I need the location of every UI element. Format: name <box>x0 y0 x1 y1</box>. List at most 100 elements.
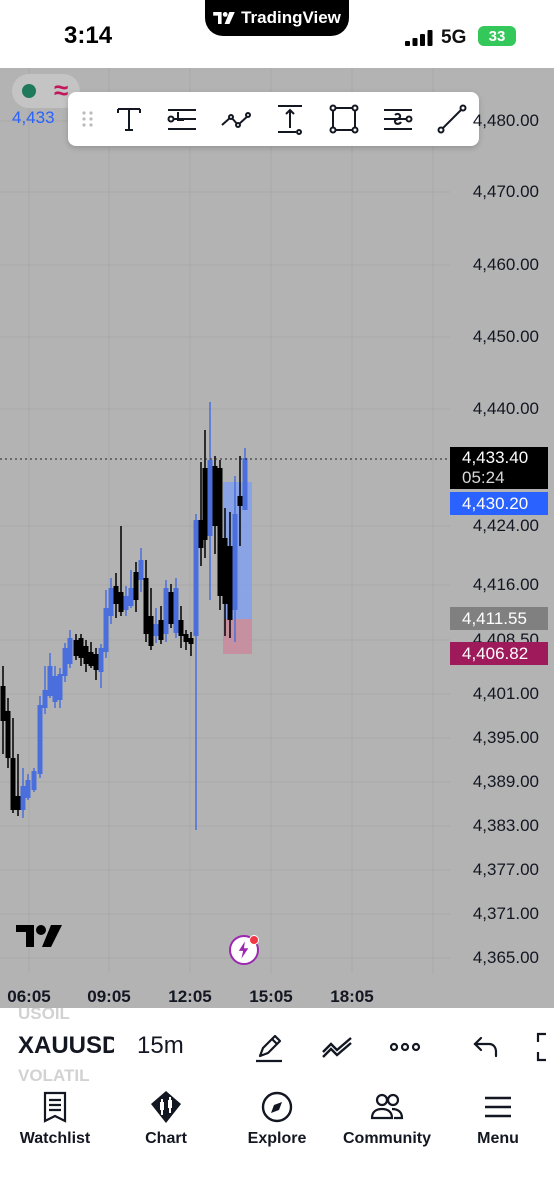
candle-body <box>88 652 94 666</box>
price-axis-label: 4,450.00 <box>472 327 539 346</box>
candle-body <box>183 634 189 642</box>
tradingview-logo-icon <box>16 925 62 947</box>
tradingview-pill: TradingView <box>205 0 349 36</box>
candle-body <box>83 646 89 664</box>
candle-body <box>237 496 243 506</box>
network-type: 5G <box>441 27 467 48</box>
pill-label: TradingView <box>241 8 341 27</box>
price-axis-label: 4,416.00 <box>472 575 539 594</box>
candle-body <box>42 690 48 708</box>
price-axis-label: 4,395.00 <box>472 728 539 747</box>
nav-menu[interactable]: Menu <box>443 1084 553 1148</box>
entry-price-badge: 4,411.55 <box>450 607 548 630</box>
interval-selector[interactable]: 15m <box>137 1032 184 1060</box>
price-axis-label: 4,424.00 <box>472 516 539 535</box>
candle-body <box>118 592 124 612</box>
nav-community[interactable]: Community <box>332 1084 442 1148</box>
watchlist-icon <box>43 1091 67 1123</box>
price-axis-label: 4,440.00 <box>472 399 539 418</box>
candle-body <box>202 468 208 540</box>
candle-body <box>98 648 104 672</box>
time-axis-label: 12:05 <box>168 987 212 1006</box>
candle-body <box>93 654 99 670</box>
drawing-toolbar[interactable] <box>68 92 479 146</box>
last-price-badge: 4,433.40 05:24 <box>450 447 548 489</box>
stop-price-badge: 4,406.82 <box>450 642 548 665</box>
candle-body <box>158 620 164 640</box>
candle-body <box>10 758 16 810</box>
notification-dot <box>249 935 259 945</box>
nav-explore[interactable]: Explore <box>222 1084 332 1148</box>
legend-price: 4,433 <box>12 108 55 127</box>
candle-body <box>212 466 218 526</box>
nav-watchlist[interactable]: Watchlist <box>0 1084 110 1148</box>
adjacent-symbol[interactable]: USOIL <box>18 1008 70 1024</box>
candle-body <box>168 592 174 624</box>
trend-line-icon[interactable] <box>436 103 468 135</box>
nav-label: Chart <box>145 1130 187 1147</box>
nav-label: Watchlist <box>19 1130 91 1147</box>
battery-level: 33 <box>488 27 506 45</box>
short-position-icon[interactable] <box>382 103 414 135</box>
chart-area[interactable]: ≈ 4,433 4,480.00 4,470.00 4,460.00 4,450… <box>0 68 554 1008</box>
candle-body <box>103 608 109 652</box>
chart-icon <box>151 1091 181 1123</box>
status-bar: 3:14 TradingView 5G 33 <box>0 0 554 68</box>
candle-body <box>163 588 169 634</box>
candle-body <box>37 705 43 774</box>
candle-body <box>207 460 213 536</box>
candle-body <box>143 578 149 634</box>
time-axis-label: 18:05 <box>330 987 374 1006</box>
candle-body <box>0 686 6 721</box>
path-tool-icon[interactable] <box>220 103 252 135</box>
candle-countdown: 05:24 <box>462 468 505 487</box>
drag-handle-icon[interactable] <box>72 103 104 135</box>
candle-body <box>178 620 184 636</box>
price-axis-label: 4,480.00 <box>472 111 539 130</box>
candle-body <box>217 468 223 596</box>
price-axis-label: 4,365.00 <box>472 948 539 967</box>
candle-body <box>25 780 31 798</box>
candle-body <box>5 711 11 758</box>
pen-icon[interactable] <box>252 1030 286 1064</box>
battery-icon: 33 <box>478 26 516 46</box>
candle-body <box>78 638 84 658</box>
candle-body <box>73 640 79 656</box>
compass-icon <box>261 1091 293 1123</box>
undo-icon[interactable] <box>469 1030 503 1064</box>
more-icon[interactable] <box>388 1030 422 1064</box>
candle-body <box>193 520 199 636</box>
candle-body <box>20 786 26 810</box>
symbol-bar: USOIL XAUUSD 15m VOLATIL <box>0 1008 554 1084</box>
candle-body <box>113 586 119 604</box>
candle-body <box>62 648 68 676</box>
candle-body <box>108 588 114 616</box>
price-range-icon[interactable] <box>274 103 306 135</box>
stop-zone <box>223 619 252 654</box>
symbol-selector[interactable]: XAUUSD <box>18 1032 114 1060</box>
adjacent-symbol[interactable]: VOLATIL <box>18 1066 89 1084</box>
indicators-icon[interactable] <box>320 1030 354 1064</box>
text-tool-icon[interactable] <box>113 103 145 135</box>
fullscreen-icon[interactable] <box>530 1030 554 1064</box>
menu-icon <box>485 1096 511 1118</box>
candle-body <box>227 546 233 620</box>
price-axis-label: 4,377.00 <box>472 860 539 879</box>
bottom-nav: Watchlist Chart Explore Community Menu <box>0 1084 554 1200</box>
candle-body <box>52 676 58 702</box>
candle-body <box>128 588 134 606</box>
nav-chart[interactable]: Chart <box>111 1084 221 1148</box>
chart-canvas[interactable] <box>0 68 554 1008</box>
candle-body <box>123 596 129 610</box>
tradingview-logo-icon <box>213 12 235 24</box>
candle-body <box>133 572 139 600</box>
nav-label: Menu <box>477 1130 519 1147</box>
candle-body <box>242 458 248 510</box>
price-axis-label: 4,470.00 <box>472 182 539 201</box>
time-axis-label: 06:05 <box>7 987 51 1006</box>
price-axis-label: 4,383.00 <box>472 816 539 835</box>
long-position-icon[interactable] <box>166 103 198 135</box>
status-time: 3:14 <box>64 22 113 49</box>
signal-icon <box>405 30 433 46</box>
rectangle-icon[interactable] <box>328 103 360 135</box>
